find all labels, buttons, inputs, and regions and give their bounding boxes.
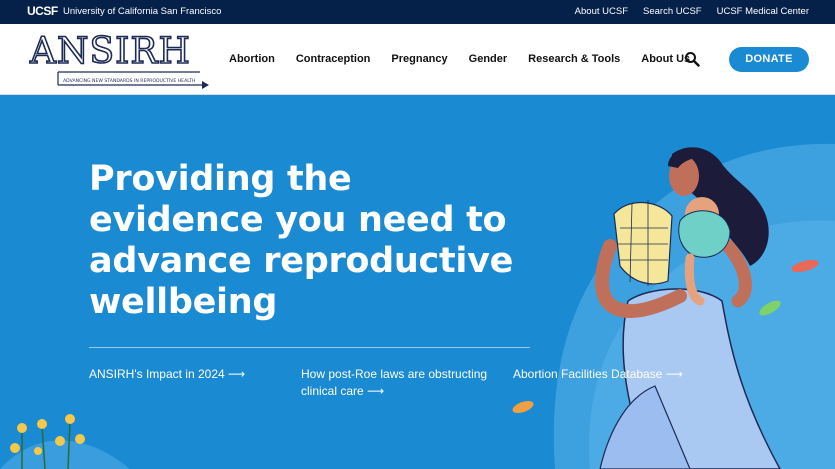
nav-contraception[interactable]: Contraception <box>296 53 371 65</box>
nav-about-us[interactable]: About Us <box>641 53 690 65</box>
impact-2024-link-text: ANSIRH's Impact in 2024 <box>89 367 225 381</box>
post-roe-laws-link[interactable]: How post-Roe laws are obstructing clinic… <box>301 366 511 400</box>
hero-section: Providing the evidence you need to advan… <box>0 96 835 469</box>
ucsf-top-bar: UCSF University of California San Franci… <box>0 0 835 24</box>
impact-2024-link[interactable]: ANSIRH's Impact in 2024 ⟶ <box>89 366 245 383</box>
nav-gender[interactable]: Gender <box>469 53 508 65</box>
donate-button[interactable]: DONATE <box>729 47 809 72</box>
post-roe-laws-link-text: How post-Roe laws are obstructing clinic… <box>301 367 488 398</box>
nav-abortion[interactable]: Abortion <box>229 53 275 65</box>
abortion-facilities-database-link[interactable]: Abortion Facilities Database ⟶ <box>513 366 683 383</box>
ansirh-logo[interactable]: ANSIRH ADVANCING NEW STANDARDS IN REPROD… <box>28 28 210 90</box>
ucsf-top-links: About UCSF Search UCSF UCSF Medical Cent… <box>575 6 809 17</box>
abortion-facilities-database-link-text: Abortion Facilities Database <box>513 367 663 381</box>
search-ucsf-link[interactable]: Search UCSF <box>643 6 702 17</box>
site-header: ANSIRH ADVANCING NEW STANDARDS IN REPROD… <box>0 24 835 95</box>
hero-divider <box>89 347 530 348</box>
arrow-right-icon: ⟶ <box>228 367 246 381</box>
ucsf-logo[interactable]: UCSF <box>27 4 58 18</box>
flowers-illustration <box>0 414 130 469</box>
search-icon[interactable] <box>684 51 700 67</box>
nav-research-tools[interactable]: Research & Tools <box>528 53 620 65</box>
logo-tagline: ADVANCING NEW STANDARDS IN REPRODUCTIVE … <box>63 78 195 84</box>
arrow-right-icon: ⟶ <box>665 367 683 381</box>
main-nav: Abortion Contraception Pregnancy Gender … <box>229 53 690 65</box>
arrow-right-icon: ⟶ <box>367 384 385 398</box>
nav-pregnancy[interactable]: Pregnancy <box>391 53 447 65</box>
ucsf-medical-center-link[interactable]: UCSF Medical Center <box>717 6 809 17</box>
hero-headline: Providing the evidence you need to advan… <box>89 159 514 322</box>
ucsf-name-link[interactable]: University of California San Francisco <box>63 6 221 17</box>
about-ucsf-link[interactable]: About UCSF <box>575 6 628 17</box>
logo-wordmark: ANSIRH <box>29 31 191 72</box>
